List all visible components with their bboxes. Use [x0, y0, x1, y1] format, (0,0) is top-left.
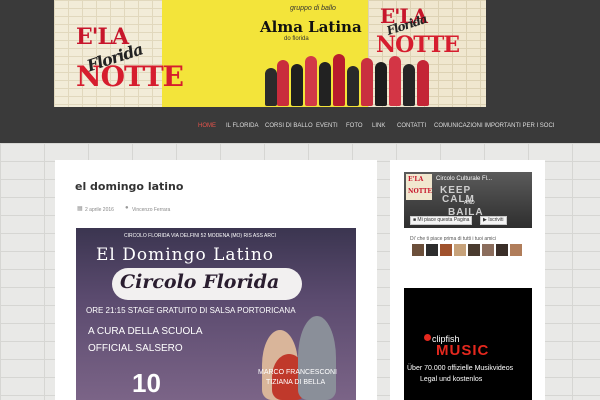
gruppo-di-ballo-text: gruppo di ballo [290, 5, 336, 12]
facebook-friends-text: Di' che ti piace prima di tutti i tuoi a… [410, 236, 496, 242]
avatar[interactable] [412, 244, 424, 256]
avatar[interactable] [496, 244, 508, 256]
clipfish-logo-icon [424, 334, 431, 341]
avatar[interactable] [468, 244, 480, 256]
facebook-like-button[interactable]: ■ Mi piace questa Pagina [410, 216, 473, 225]
nav-home[interactable]: HOME [198, 123, 216, 129]
nav-foto[interactable]: FOTO [346, 123, 363, 129]
nav-comunicazioni[interactable]: COMUNICAZIONI IMPORTANTI PER I SOCI [434, 123, 554, 129]
poster-marco-name: MARCO FRANCESCONI [258, 369, 337, 376]
poster-cura-text: A CURA DELLA SCUOLA [88, 326, 203, 337]
avatar[interactable] [426, 244, 438, 256]
nav-link[interactable]: LINK [372, 123, 385, 129]
do-florida-text: do florida [284, 36, 309, 42]
header-banner[interactable]: E'LA NOTTE Florida gruppo di ballo Alma … [54, 0, 486, 107]
facebook-page-thumbnail[interactable]: E'LA NOTTE [406, 174, 432, 200]
poster-time-text: ORE 21:15 STAGE GRATUITO DI SALSA PORTOR… [86, 306, 296, 315]
nav-corsi-di-ballo[interactable]: CORSI DI BALLO [265, 123, 313, 129]
facebook-page-widget[interactable]: E'LA NOTTE Circolo Culturale Fl... KEEP … [404, 172, 532, 228]
nav-il-florida[interactable]: IL FLORIDA [226, 123, 258, 129]
event-poster-image[interactable]: CIRCOLO FLORIDA VIA DELFINI 52 MODENA (M… [76, 228, 356, 400]
post-title[interactable]: el domingo latino [75, 180, 183, 193]
calendar-icon: ▦ [77, 206, 83, 212]
avatar[interactable] [440, 244, 452, 256]
nav-eventi[interactable]: EVENTI [316, 123, 338, 129]
thumb-notte-text: NOTTE [408, 188, 432, 195]
ad-line-1: Über 70.000 offizielle Musikvideos [407, 365, 514, 372]
clipfish-advertisement[interactable]: clipfish MUSIC Über 70.000 offizielle Mu… [404, 288, 532, 400]
poster-address: CIRCOLO FLORIDA VIA DELFINI 52 MODENA (M… [124, 233, 276, 239]
poster-official-text: OFFICIAL SALSERO [88, 343, 183, 354]
thumb-ela-text: E'LA [408, 176, 424, 183]
clipfish-music-text: MUSIC [436, 342, 490, 359]
nav-contatti[interactable]: CONTATTI [397, 123, 426, 129]
post-author[interactable]: Vincenzo Ferrara [132, 207, 170, 213]
keep-calm-and: AND [464, 200, 475, 206]
main-content: el domingo latino ▦ 2 aprile 2016 ● Vinc… [55, 160, 377, 400]
poster-man-photo [298, 316, 336, 400]
post-date[interactable]: 2 aprile 2016 [85, 207, 114, 213]
poster-tiziana-name: TIZIANA DI BELLA [266, 379, 326, 386]
avatar[interactable] [510, 244, 522, 256]
alma-latina-title: Alma Latina [260, 18, 362, 36]
poster-day-number: 10 [132, 368, 161, 398]
avatar[interactable] [482, 244, 494, 256]
facebook-subscribe-button[interactable]: ▶ Iscriviti [480, 216, 507, 225]
like-button-label: Mi piace questa Pagina [417, 217, 470, 223]
facebook-page-name[interactable]: Circolo Culturale Fl... [436, 176, 492, 182]
poster-circolo-text: Circolo Florida [120, 271, 280, 293]
avatar[interactable] [454, 244, 466, 256]
dancers-photo [259, 50, 439, 106]
poster-heading: El Domingo Latino [96, 245, 275, 265]
user-icon: ● [125, 205, 129, 211]
subscribe-button-label: Iscriviti [488, 217, 504, 223]
ad-line-2: Legal und kostenlos [420, 376, 483, 383]
sidebar: E'LA NOTTE Circolo Culturale Fl... KEEP … [390, 160, 545, 400]
facebook-friends-avatars [412, 244, 524, 257]
site-header: E'LA NOTTE Florida gruppo di ballo Alma … [0, 0, 600, 143]
